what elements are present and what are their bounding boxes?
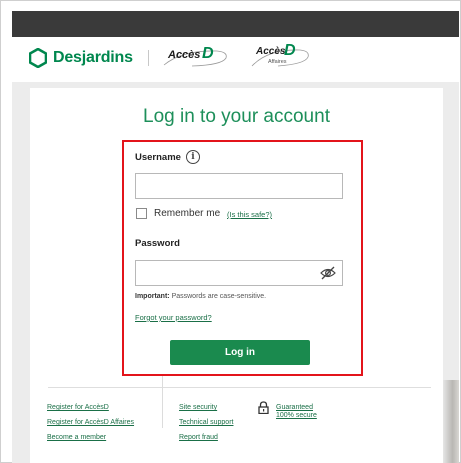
lock-icon [258,401,269,414]
browser-top-bar [12,11,459,37]
site-security-link[interactable]: Site security [179,404,217,411]
eye-slash-icon[interactable] [320,266,336,280]
accesd-affaires-logo-sub: Affaires [268,59,287,65]
accesd-logo-d: D [202,45,214,62]
important-text: Passwords are case-sensitive. [171,293,267,300]
desjardins-hexagon-icon [29,48,47,68]
report-fraud-link[interactable]: Report fraud [179,434,218,441]
remember-me-label: Remember me [154,208,221,219]
footer-column-separator [162,376,163,428]
desjardins-brand[interactable]: Desjardins [29,46,133,70]
secure-link[interactable]: 100% secure [276,412,317,419]
accesd-affaires-logo-d: D [284,42,296,59]
accesd-logo[interactable]: Accès D [162,45,230,68]
forgot-password-link[interactable]: Forgot your password? [135,313,212,322]
info-icon[interactable]: i [186,150,200,164]
technical-support-link[interactable]: Technical support [179,419,233,426]
username-label: Username [135,152,181,163]
password-label: Password [135,238,180,249]
footer-divider [48,387,431,388]
username-input[interactable] [135,173,343,199]
remember-me-checkbox[interactable] [136,208,147,219]
become-member-link[interactable]: Become a member [47,434,106,441]
guaranteed-link[interactable]: Guaranteed [276,404,313,411]
password-hint: Important: Passwords are case-sensitive. [135,293,266,300]
password-input[interactable] [135,260,343,286]
accesd-affaires-logo[interactable]: Accès D Affaires [250,42,312,72]
site-header: Desjardins Accès D Accès D Affaires [12,37,459,82]
accesd-affaires-logo-text: Accès [256,46,286,57]
page-title: Log in to your account [143,106,330,127]
login-button[interactable]: Log in [170,340,310,365]
header-separator [148,50,149,66]
register-accesd-affaires-link[interactable]: Register for AccèsD Affaires [47,419,134,426]
is-this-safe-link[interactable]: (Is this safe?) [227,210,272,219]
accesd-logo-text: Accès [168,49,201,61]
desjardins-brand-name: Desjardins [53,49,133,66]
login-panel: Log in to your account Username i Rememb… [30,88,443,463]
right-edge-shadow [443,380,459,463]
register-accesd-link[interactable]: Register for AccèsD [47,404,109,411]
important-label: Important: [135,293,170,300]
